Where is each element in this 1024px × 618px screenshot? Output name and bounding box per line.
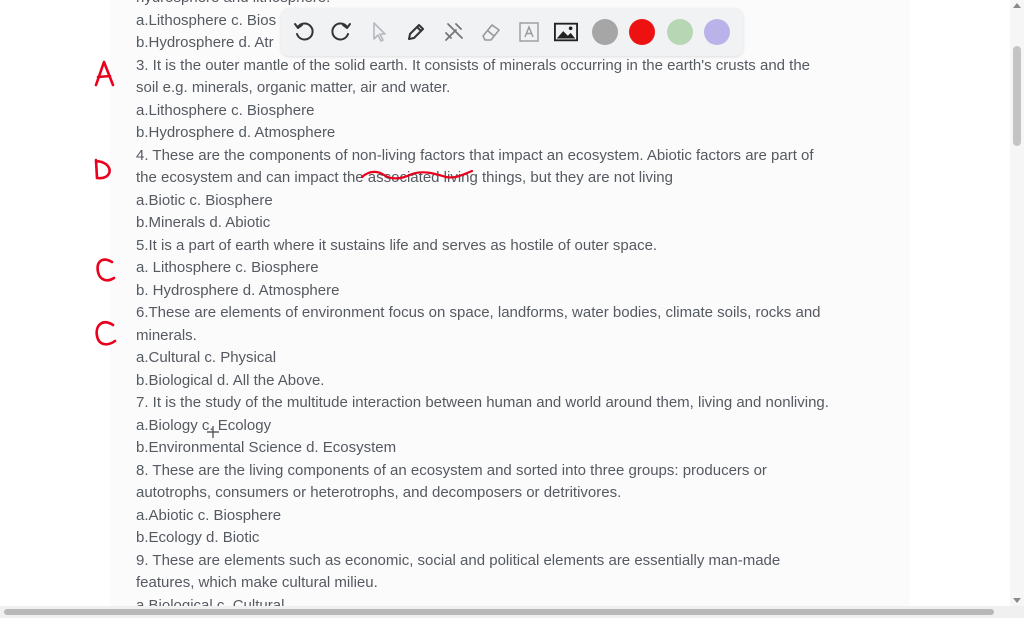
pointer-icon[interactable] (367, 20, 391, 44)
tools-icon[interactable] (442, 20, 466, 44)
handwritten-underline (360, 169, 474, 180)
horizontal-scrollbar-thumb[interactable] (4, 609, 994, 615)
handwritten-letter-d (94, 158, 111, 180)
scroll-down-arrow-icon[interactable] (1013, 598, 1021, 603)
horizontal-scrollbar[interactable] (0, 606, 1024, 618)
pen-icon[interactable] (404, 20, 428, 44)
vertical-scrollbar[interactable] (1010, 0, 1024, 606)
color-swatch-purple[interactable] (704, 19, 730, 45)
handwritten-letter-a (94, 60, 115, 87)
cursor-crosshair-icon (207, 426, 219, 438)
redo-icon[interactable] (329, 20, 353, 44)
color-swatch-gray[interactable] (592, 19, 618, 45)
image-icon[interactable] (554, 20, 578, 44)
color-swatch-green[interactable] (667, 19, 693, 45)
handwritten-letter-c (96, 258, 116, 282)
eraser-icon[interactable] (479, 20, 503, 44)
annotation-toolbar (281, 8, 743, 56)
color-swatch-red[interactable] (629, 19, 655, 45)
handwritten-letter-c (95, 321, 117, 346)
vertical-scrollbar-thumb[interactable] (1013, 46, 1021, 146)
text-box-icon[interactable] (517, 20, 541, 44)
scroll-up-arrow-icon[interactable] (1013, 3, 1021, 8)
undo-icon[interactable] (292, 20, 316, 44)
handwritten-annotations (94, 60, 474, 438)
